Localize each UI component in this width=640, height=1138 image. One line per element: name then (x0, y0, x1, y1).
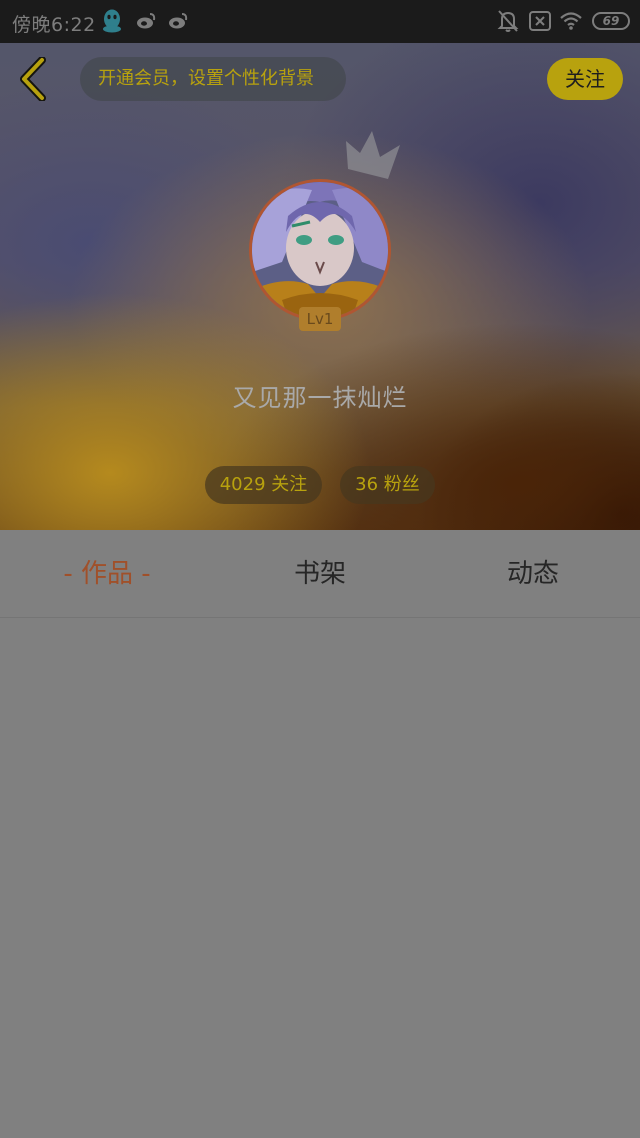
avatar-image (252, 182, 388, 318)
no-sim-icon (529, 11, 551, 31)
chevron-left-icon (20, 56, 46, 102)
profile-tabs: - 作品 - 书架 动态 (0, 530, 640, 618)
tab-activity[interactable]: 动态 (465, 530, 601, 618)
crown-icon (346, 131, 400, 179)
mute-bell-icon (497, 10, 519, 32)
level-badge: Lv1 (299, 307, 341, 331)
weibo-icon (169, 13, 188, 29)
vip-background-banner[interactable]: 开通会员，设置个性化背景 (80, 57, 346, 101)
battery-icon: 69 (592, 12, 630, 30)
weibo-icon (137, 13, 156, 29)
status-bar: 傍晚6:22 69 (0, 0, 640, 43)
fans-count[interactable]: 36 粉丝 (340, 466, 435, 504)
username: 又见那一抹灿烂 (232, 384, 408, 412)
avatar[interactable] (249, 179, 391, 321)
back-button[interactable] (12, 56, 56, 102)
tab-works[interactable]: - 作品 - (40, 530, 174, 618)
qq-icon (103, 9, 121, 33)
follow-button[interactable]: 关注 (547, 58, 623, 100)
tab-bookshelf[interactable]: 书架 (252, 530, 388, 618)
wifi-icon (560, 12, 582, 30)
status-time: 傍晚6:22 (12, 14, 96, 36)
profile-screen: 傍晚6:22 69 开通会员，设置个性化背景 关注 Lv1 又见那一抹灿烂 40… (0, 0, 640, 1138)
battery-level: 69 (602, 14, 620, 28)
profile-header: 开通会员，设置个性化背景 关注 Lv1 又见那一抹灿烂 4029 关注 36 粉… (0, 43, 640, 530)
following-count[interactable]: 4029 关注 (205, 466, 322, 504)
tab-content-area (0, 619, 640, 1138)
